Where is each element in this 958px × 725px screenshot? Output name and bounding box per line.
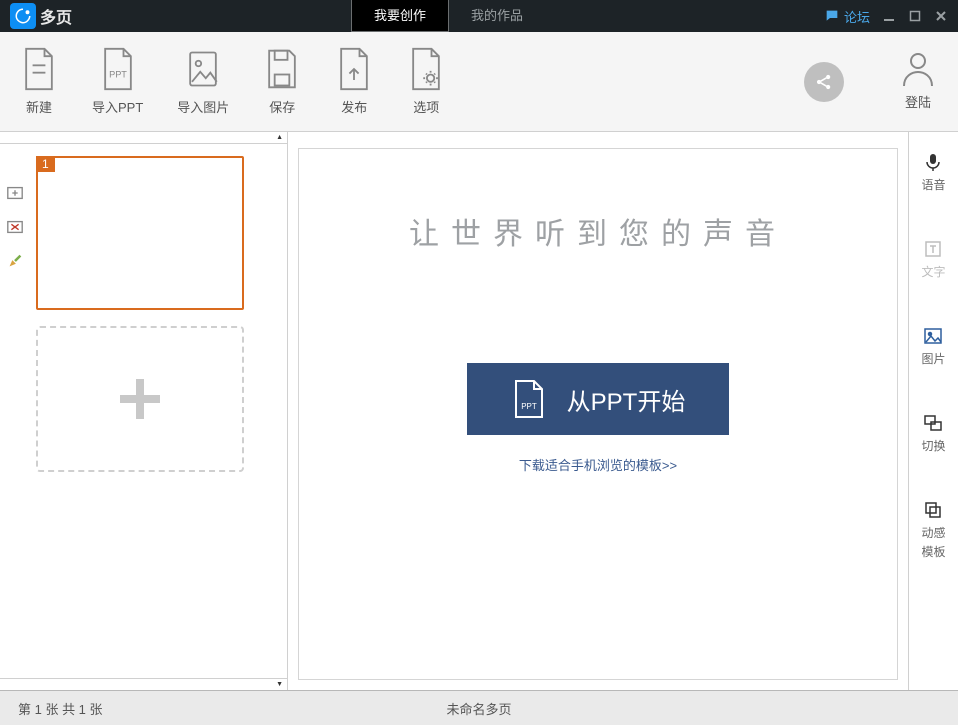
text-label: 文字 [921,263,945,280]
window-close-button[interactable] [934,9,948,23]
login-label: 登陆 [905,92,931,111]
main-area: ▲ 1 ▼ 让世界听到您的声音 PPT 从PPT开始 [0,132,958,690]
import-image-label: 导入图片 [177,97,229,116]
user-icon [898,52,938,86]
motion-label-1: 动感 [921,524,945,541]
share-icon [814,72,834,92]
canvas-headline: 让世界听到您的声音 [409,209,787,253]
motion-icon [923,500,943,520]
publish-label: 发布 [341,97,367,116]
ppt-file-icon: PPT [511,379,547,419]
editor-canvas[interactable]: 让世界听到您的声音 PPT 从PPT开始 下载适合手机浏览的模板>> [298,148,898,680]
options-label: 选项 [413,97,439,116]
start-from-ppt-button[interactable]: PPT 从PPT开始 [467,363,730,435]
status-bar: 第 1 张 共 1 张 未命名多页 [0,690,958,725]
panel-scroll-down[interactable]: ▼ [0,678,287,690]
forum-label: 论坛 [844,7,870,26]
panel-scroll-up[interactable]: ▲ [0,132,287,144]
app-name: 多页 [40,4,72,28]
tab-my-works[interactable]: 我的作品 [449,0,545,32]
slide-thumbnails: 1 [30,144,287,678]
import-image-icon [184,47,222,91]
motion-label-2: 模板 [921,543,945,560]
save-button[interactable]: 保存 [263,47,301,116]
microphone-icon [923,152,943,172]
new-file-icon [20,47,58,91]
svg-text:PPT: PPT [109,69,127,79]
publish-button[interactable]: 发布 [335,47,373,116]
chevron-up-icon: ▲ [276,134,283,141]
document-name: 未命名多页 [446,699,511,718]
slide-panel: ▲ 1 ▼ [0,132,288,690]
motion-template-tool[interactable]: 动感 模板 [921,500,945,560]
new-label: 新建 [26,97,52,116]
voice-tool[interactable]: 语音 [921,152,945,193]
publish-icon [335,47,373,91]
plus-icon [110,369,170,429]
download-template-link[interactable]: 下载适合手机浏览的模板>> [519,455,677,474]
switch-label: 切换 [921,437,945,454]
svg-text:PPT: PPT [521,402,537,411]
import-ppt-button[interactable]: PPT 导入PPT [92,47,143,116]
switch-icon [923,413,943,433]
add-text-slide-icon[interactable] [6,184,24,202]
add-slide-button[interactable] [36,326,244,472]
page-counter: 第 1 张 共 1 张 [18,699,103,718]
main-toolbar: 新建 PPT 导入PPT 导入图片 保存 发布 选项 登陆 [0,32,958,132]
delete-slide-icon[interactable] [6,218,24,236]
options-button[interactable]: 选项 [407,47,445,116]
brush-icon[interactable] [6,252,24,270]
login-button[interactable]: 登陆 [898,52,938,111]
import-ppt-label: 导入PPT [92,97,143,116]
app-logo-area: 多页 [0,0,82,32]
text-tool[interactable]: 文字 [921,239,945,280]
titlebar-tabs: 我要创作 我的作品 [82,0,814,32]
tab-create[interactable]: 我要创作 [351,0,449,32]
chat-icon [824,8,840,24]
forum-link[interactable]: 论坛 [824,7,870,26]
image-tool[interactable]: 图片 [921,326,945,367]
app-logo-icon [10,3,36,29]
save-icon [263,47,301,91]
titlebar-right: 论坛 [814,0,958,32]
image-icon [923,326,943,346]
right-tool-strip: 语音 文字 图片 切换 动感 模板 [908,132,958,690]
slide-thumbnail-1[interactable]: 1 [36,156,244,310]
canvas-area: 让世界听到您的声音 PPT 从PPT开始 下载适合手机浏览的模板>> [288,132,908,690]
image-tool-label: 图片 [921,350,945,367]
window-minimize-button[interactable] [882,9,896,23]
save-label: 保存 [269,97,295,116]
text-icon [923,239,943,259]
chevron-down-icon: ▼ [276,681,283,688]
new-button[interactable]: 新建 [20,47,58,116]
share-button[interactable] [804,62,844,102]
switch-tool[interactable]: 切换 [921,413,945,454]
voice-label: 语音 [921,176,945,193]
slide-mini-toolbar [0,144,30,678]
title-bar: 多页 我要创作 我的作品 论坛 [0,0,958,32]
slide-number-badge: 1 [36,156,55,172]
window-maximize-button[interactable] [908,9,922,23]
start-from-ppt-label: 从PPT开始 [567,382,686,417]
import-image-button[interactable]: 导入图片 [177,47,229,116]
options-icon [407,47,445,91]
import-ppt-icon: PPT [99,47,137,91]
